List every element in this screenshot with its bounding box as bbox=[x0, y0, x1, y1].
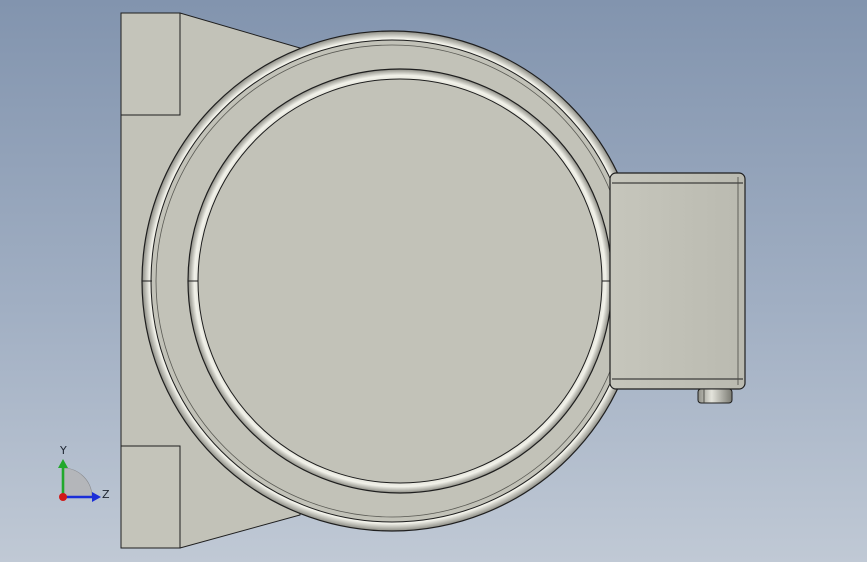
cover-face[interactable] bbox=[197, 78, 603, 484]
triad-x-axis-dot bbox=[59, 493, 67, 501]
model-view[interactable] bbox=[0, 0, 867, 562]
flange-block-top[interactable] bbox=[120, 12, 181, 116]
triad-y-label: Y bbox=[59, 444, 67, 457]
side-connector-box[interactable] bbox=[609, 172, 746, 390]
view-orientation-triad[interactable]: Y Z bbox=[48, 440, 118, 512]
triad-plane-wedge bbox=[62, 467, 93, 498]
triad-z-label: Z bbox=[102, 488, 110, 501]
flange-block-bottom[interactable] bbox=[120, 445, 181, 549]
graphics-viewport[interactable]: Y Z bbox=[0, 0, 867, 562]
triad-y-arrow bbox=[58, 459, 68, 468]
triad-z-arrow bbox=[92, 492, 101, 502]
connector-pin[interactable] bbox=[697, 388, 733, 404]
